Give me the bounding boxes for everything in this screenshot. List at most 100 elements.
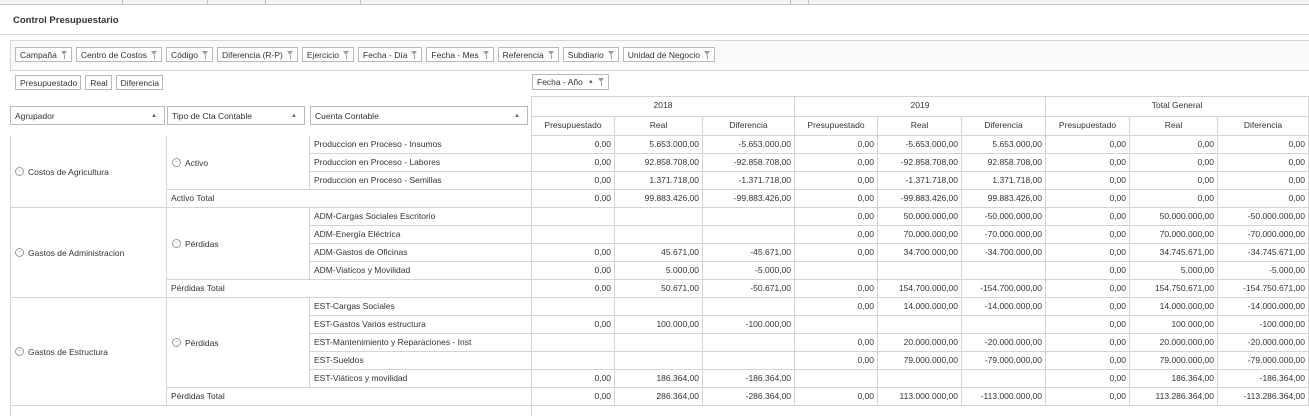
- filter-referencia[interactable]: Referencia: [497, 47, 559, 62]
- sort-asc-icon[interactable]: ▲: [151, 113, 157, 119]
- column-field-fecha-ano[interactable]: Fecha - Año ▲: [532, 74, 609, 90]
- account-label: Produccion en Proceso - Semillas: [310, 172, 532, 190]
- value-cell: 0,00: [1046, 370, 1130, 388]
- value-cell: 0,00: [795, 154, 878, 172]
- measure-header: Diferencia: [703, 117, 795, 136]
- measure-header: Presupuestado: [795, 117, 878, 136]
- total-value-cell: -154.700.000,00: [962, 280, 1046, 298]
- filter-icon[interactable]: [482, 50, 490, 59]
- value-cell: -100.000,00: [1218, 316, 1309, 334]
- collapse-icon[interactable]: −: [172, 158, 181, 167]
- group-label: Gastos de Administracion: [28, 247, 125, 258]
- filter-icon[interactable]: [286, 50, 294, 59]
- filter-centro-costos[interactable]: Centro de Costos: [75, 47, 163, 62]
- row-field-0[interactable]: Agrupador ▲: [10, 106, 165, 125]
- value-cell: -5.653.000,00: [703, 136, 795, 154]
- value-cell: 0,00: [795, 352, 878, 370]
- data-fields: Presupuestado Real Diferencia: [15, 75, 163, 90]
- value-cell: [532, 334, 615, 352]
- data-field-diferencia[interactable]: Diferencia: [115, 75, 163, 90]
- total-value-cell: 0,00: [1046, 280, 1130, 298]
- filter-diferencia-rp[interactable]: Diferencia (R-P): [216, 47, 298, 62]
- value-cell: 70.000.000,00: [1130, 226, 1218, 244]
- value-cell: [532, 298, 615, 316]
- total-value-cell: 286.364,00: [615, 388, 703, 406]
- row-field-1[interactable]: Tipo de Cta Contable ▲: [167, 106, 305, 125]
- collapse-icon[interactable]: −: [172, 239, 181, 248]
- column-fields: Fecha - Año ▲: [532, 74, 609, 90]
- row-field-2[interactable]: Cuenta Contable ▲: [310, 106, 528, 125]
- collapse-icon[interactable]: −: [15, 347, 24, 356]
- filter-unidad-negocio[interactable]: Unidad de Negocio: [622, 47, 716, 62]
- filter-icon[interactable]: [607, 50, 615, 59]
- total-value-cell: 0,00: [1046, 388, 1130, 406]
- value-cell: [703, 208, 795, 226]
- filter-codigo[interactable]: Código: [166, 47, 213, 62]
- filter-fecha-mes[interactable]: Fecha - Mes: [426, 47, 494, 62]
- data-field-real[interactable]: Real: [85, 75, 112, 90]
- value-cell: -92.858.708,00: [878, 154, 962, 172]
- sort-asc-icon[interactable]: ▲: [514, 113, 520, 119]
- value-cell: 14.000.000,00: [878, 298, 962, 316]
- measure-header: Diferencia: [1218, 117, 1309, 136]
- filter-ejercicio[interactable]: Ejercicio: [301, 47, 355, 62]
- filter-icon[interactable]: [411, 50, 418, 59]
- value-cell: [878, 316, 962, 334]
- collapse-icon[interactable]: −: [15, 167, 24, 176]
- value-cell: 5.653.000,00: [615, 136, 703, 154]
- filter-icon[interactable]: [547, 50, 555, 59]
- filter-icon[interactable]: [704, 50, 711, 59]
- value-cell: 186.364,00: [1130, 370, 1218, 388]
- value-cell: -45.671,00: [703, 244, 795, 262]
- value-cell: 92.858.708,00: [615, 154, 703, 172]
- type-cell: − Pérdidas: [167, 298, 310, 388]
- value-cell: [615, 334, 703, 352]
- value-cell: -14.000.000,00: [1218, 298, 1309, 316]
- total-value-cell: -99.883.426,00: [703, 190, 795, 208]
- filter-fecha-dia[interactable]: Fecha - Día: [358, 47, 423, 62]
- account-label: ADM-Cargas Sociales Escritorio: [310, 208, 532, 226]
- value-cell: 0,00: [1130, 154, 1218, 172]
- total-value-cell: 0,00: [795, 280, 878, 298]
- filter-icon[interactable]: [201, 50, 209, 59]
- filter-label: Centro de Costos: [80, 49, 148, 60]
- value-cell: -100.000,00: [703, 316, 795, 334]
- data-field-presupuestado[interactable]: Presupuestado: [15, 75, 82, 90]
- value-cell: -20.000.000,00: [1218, 334, 1309, 352]
- group-label: Gastos de Estructura: [28, 346, 108, 357]
- value-cell: 0,00: [532, 316, 615, 334]
- value-cell: -5.653.000,00: [878, 136, 962, 154]
- value-cell: 92.858.708,00: [962, 154, 1046, 172]
- value-cell: [532, 226, 615, 244]
- filter-campana[interactable]: Campaña: [15, 47, 72, 62]
- value-cell: 34.745.671,00: [1130, 244, 1218, 262]
- value-cell: [703, 352, 795, 370]
- type-label: Pérdidas: [185, 238, 219, 249]
- filter-icon[interactable]: [151, 50, 158, 59]
- filter-icon[interactable]: [597, 78, 605, 86]
- filter-label: Campaña: [20, 49, 57, 60]
- total-value-cell: 50.671,00: [615, 280, 703, 298]
- sort-asc-icon[interactable]: ▲: [291, 113, 297, 119]
- total-value-cell: -286.364,00: [703, 388, 795, 406]
- filter-icon[interactable]: [60, 50, 68, 59]
- type-total-label: Pérdidas Total: [167, 280, 532, 298]
- value-cell: 0,00: [1046, 298, 1130, 316]
- value-cell: 34.700.000,00: [878, 244, 962, 262]
- filter-label: Unidad de Negocio: [627, 49, 701, 60]
- sort-asc-icon[interactable]: ▲: [588, 79, 594, 85]
- filter-subdiario[interactable]: Subdiario: [562, 47, 619, 62]
- group-cell: − Gastos de Administracion: [10, 208, 167, 298]
- account-label: EST-Viáticos y movilidad: [310, 370, 532, 388]
- year-header-0: 2018: [532, 97, 795, 117]
- collapse-icon[interactable]: −: [172, 338, 181, 347]
- value-cell: 0,00: [532, 370, 615, 388]
- account-label: Produccion en Proceso - Labores: [310, 154, 532, 172]
- total-value-cell: 99.883.426,00: [962, 190, 1046, 208]
- value-cell: 1.371.718,00: [962, 172, 1046, 190]
- value-cell: 0,00: [1046, 172, 1130, 190]
- total-value-cell: 0,00: [1130, 190, 1218, 208]
- value-cell: 100.000,00: [615, 316, 703, 334]
- collapse-icon[interactable]: −: [15, 248, 24, 257]
- filter-icon[interactable]: [343, 50, 350, 59]
